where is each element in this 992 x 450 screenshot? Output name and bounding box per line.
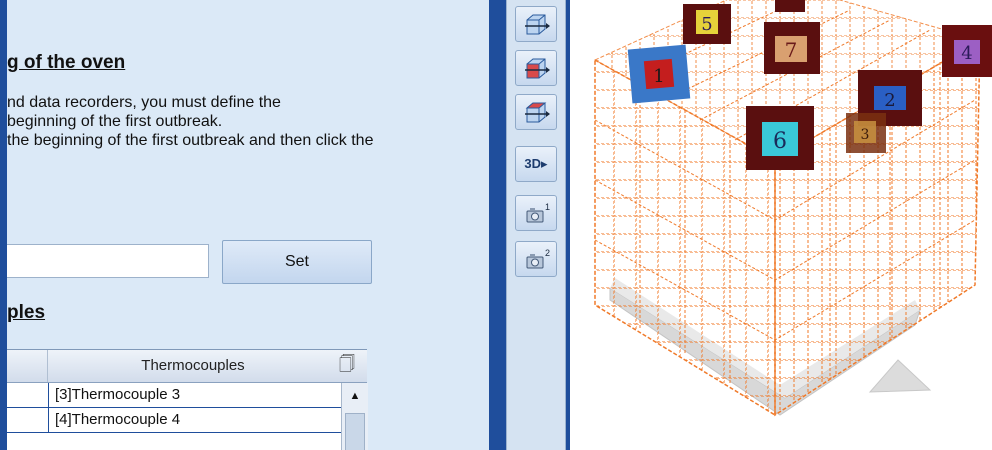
view-front-button[interactable] <box>515 6 557 42</box>
view-side-button[interactable] <box>515 50 557 86</box>
table-row[interactable]: [3]Thermocouple 3 <box>7 383 341 408</box>
oven-3d-model: 5 7 4 1 2 6 3 <box>593 0 992 417</box>
instructions-text: nd data recorders, you must define the b… <box>7 93 373 150</box>
header-index-cell <box>7 350 48 382</box>
grid-scrollbar[interactable]: ▲ <box>341 383 368 450</box>
view-top-button[interactable] <box>515 94 557 130</box>
instructions-line: nd data recorders, you must define the <box>7 94 281 111</box>
view-toolbar: 3D▸ 1 2 <box>506 0 566 450</box>
svg-text:5: 5 <box>701 14 712 35</box>
instructions-line: the beginning of the first outbreak and … <box>7 132 374 149</box>
thermocouple-cell[interactable]: [3]Thermocouple 3 <box>55 383 180 407</box>
cube-top-icon <box>525 102 550 123</box>
camera-1-button[interactable]: 1 <box>515 195 557 231</box>
cube-side-icon <box>525 58 550 79</box>
svg-text:6: 6 <box>773 129 787 154</box>
svg-text:1: 1 <box>545 202 550 212</box>
settings-panel: g of the oven nd data recorders, you mus… <box>7 0 489 450</box>
scroll-up-arrow-icon[interactable]: ▲ <box>344 385 366 407</box>
set-button[interactable]: Set <box>222 240 372 284</box>
svg-text:2: 2 <box>545 248 550 258</box>
sensor-label-6: 6 <box>746 106 814 170</box>
column-chooser-icon[interactable]: 🗍 <box>339 355 355 375</box>
svg-text:4: 4 <box>961 43 972 64</box>
section-title-thermocouples: ples <box>7 302 46 323</box>
3d-view-icon: 3D▸ <box>524 156 548 171</box>
svg-text:1: 1 <box>653 66 664 87</box>
thermocouples-grid: Thermocouples 🗍 [3]Thermocouple 3 [4]The… <box>7 349 368 450</box>
sensor-label-partial <box>775 0 805 12</box>
scroll-thumb[interactable] <box>345 413 365 450</box>
sensor-label-4: 4 <box>942 25 992 77</box>
oven-stand <box>868 359 932 393</box>
instructions-line: beginning of the first outbreak. <box>7 113 223 130</box>
sensor-label-1: 1 <box>627 44 691 104</box>
section-title-oven: g of the oven <box>7 52 126 73</box>
view-3d-button[interactable]: 3D▸ <box>515 146 557 182</box>
camera-1-icon: 1 <box>526 202 550 223</box>
grid-header: Thermocouples 🗍 <box>7 350 367 383</box>
svg-text:7: 7 <box>785 38 798 62</box>
camera-2-button[interactable]: 2 <box>515 241 557 277</box>
camera-2-icon: 2 <box>526 248 550 269</box>
row-index-cell <box>7 383 49 407</box>
cube-front-icon <box>525 14 550 35</box>
sensor-label-7: 7 <box>764 22 820 74</box>
sensor-label-3: 3 <box>846 113 886 153</box>
sensor-label-5: 5 <box>683 4 731 44</box>
svg-text:2: 2 <box>884 90 895 111</box>
column-header-thermocouples[interactable]: Thermocouples <box>48 350 338 382</box>
row-index-cell <box>7 408 49 432</box>
thermocouple-cell[interactable]: [4]Thermocouple 4 <box>55 408 180 432</box>
table-row[interactable]: [4]Thermocouple 4 <box>7 408 341 433</box>
svg-text:3: 3 <box>861 127 870 143</box>
outbreak-time-input[interactable] <box>7 244 209 278</box>
3d-oven-viewport[interactable]: 5 7 4 1 2 6 3 <box>570 0 992 450</box>
